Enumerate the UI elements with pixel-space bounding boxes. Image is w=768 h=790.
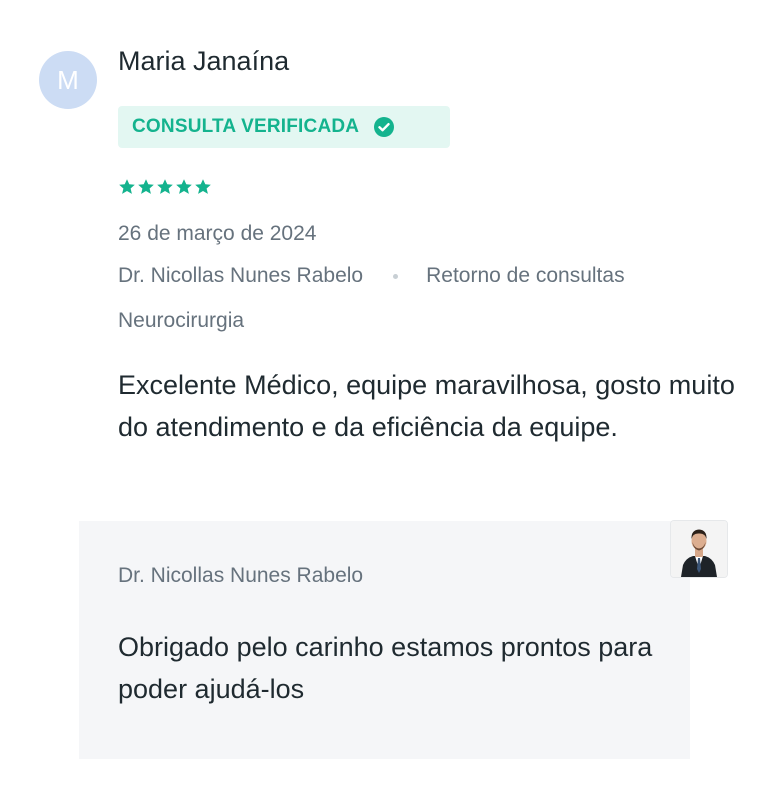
star-icon	[137, 178, 155, 196]
star-icon	[175, 178, 193, 196]
reply-text: Obrigado pelo carinho estamos prontos pa…	[118, 632, 653, 704]
star-rating	[118, 178, 212, 196]
visit-type: Retorno de consultas	[426, 264, 625, 287]
review-date: 26 de março de 2024	[118, 222, 317, 245]
reviewer-name: Maria Janaína	[118, 46, 290, 76]
separator-dot	[393, 273, 399, 279]
review-text: Excelente Médico, equipe maravilhosa, go…	[118, 370, 735, 442]
check-circle-icon	[373, 116, 395, 138]
doctor-name: Dr. Nicollas Nunes Rabelo	[118, 264, 364, 287]
star-icon	[194, 178, 212, 196]
avatar: M	[39, 51, 97, 109]
verified-badge: CONSULTA VERIFICADA	[118, 106, 450, 148]
review-meta: Dr. Nicollas Nunes Rabelo Retorno de con…	[118, 264, 625, 288]
verified-label: CONSULTA VERIFICADA	[132, 116, 360, 137]
reply-author: Dr. Nicollas Nunes Rabelo	[118, 564, 364, 587]
star-icon	[118, 178, 136, 196]
star-icon	[156, 178, 174, 196]
doctor-photo-icon	[670, 520, 728, 578]
specialty: Neurocirurgia	[118, 309, 245, 332]
